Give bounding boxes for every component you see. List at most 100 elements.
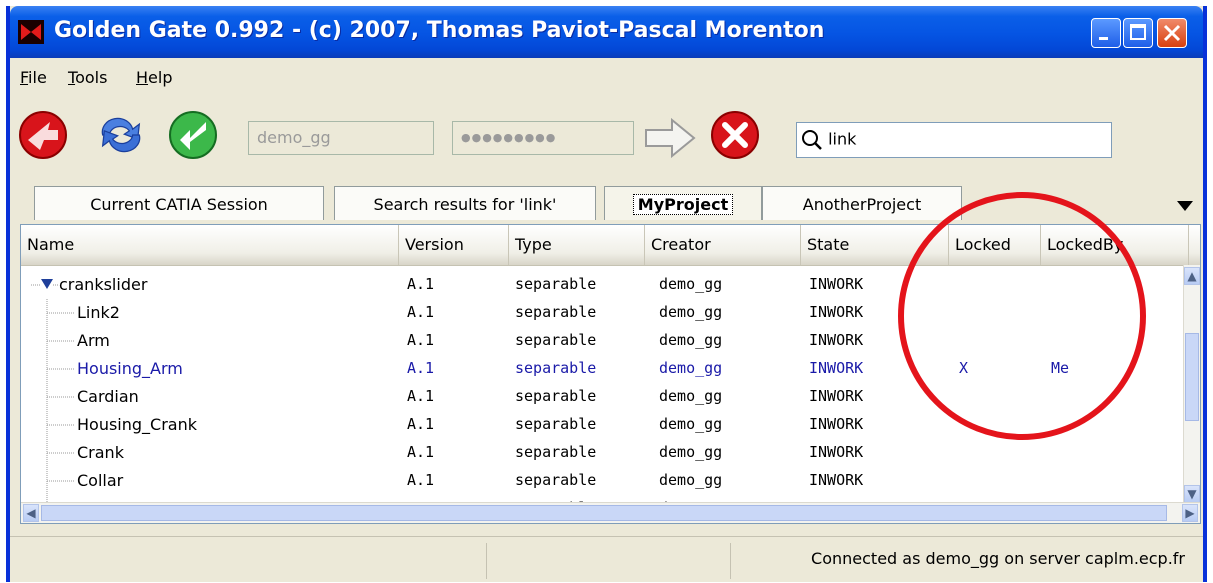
cell-type: separable [515,359,597,377]
menu-bar: File Tools Help [10,60,1203,94]
cell-name: Housing_Arm [77,359,183,378]
cell-version: A.1 [407,303,435,321]
table-row[interactable]: Crank A.1 separable demo_gg INWORK [21,439,1189,467]
table-row[interactable]: crankslider A.1 separable demo_gg INWORK [21,271,1189,299]
cell-creator: demo_gg [659,443,723,461]
col-name[interactable]: Name [21,225,399,265]
cell-version: A.1 [407,275,435,293]
cell-creator: demo_gg [659,387,723,405]
app-icon [18,20,44,44]
col-type[interactable]: Type [509,225,645,265]
cell-state: INWORK [809,387,864,405]
arrow-right-icon[interactable] [644,118,696,158]
search-input[interactable]: link [796,122,1112,158]
cell-state: INWORK [809,359,864,377]
cell-type: separable [515,471,597,489]
tab-myproject[interactable]: MyProject [604,186,762,220]
col-lockedby[interactable]: LockedBy [1041,225,1189,265]
status-text: Connected as demo_gg on server caplm.ecp… [811,549,1185,568]
cell-type: separable [515,275,597,293]
cell-version: A.1 [407,471,435,489]
table-header: Name Version Type Creator State Locked L… [21,225,1200,266]
cell-version: A.1 [407,331,435,349]
cell-state: INWORK [809,275,864,293]
cell-locked: X [959,359,969,377]
maximize-button[interactable] [1123,18,1153,48]
username-field[interactable]: demo_gg [248,121,434,155]
table-row[interactable]: Link2 A.1 separable demo_gg INWORK [21,299,1189,327]
window-title: Golden Gate 0.992 - (c) 2007, Thomas Pav… [54,18,825,43]
cell-state: INWORK [809,443,864,461]
scroll-right-icon[interactable]: ▶ [1182,504,1198,522]
cell-name: Collar [77,471,124,490]
tab-search-results[interactable]: Search results for 'link' [334,186,596,220]
cell-type: separable [515,443,597,461]
search-icon [802,130,822,150]
cell-state: INWORK [809,415,864,433]
menu-help[interactable]: Help [136,68,172,87]
cell-state: INWORK [809,331,864,349]
minimize-icon [1099,37,1108,40]
scroll-up-icon[interactable]: ▲ [1184,267,1200,285]
back-icon[interactable] [168,110,218,160]
results-table: Name Version Type Creator State Locked L… [20,224,1201,524]
cell-creator: demo_gg [659,275,723,293]
cell-creator: demo_gg [659,471,723,489]
scroll-down-icon[interactable]: ▼ [1184,485,1200,503]
maximize-icon [1130,24,1146,40]
cell-name: Arm [77,331,110,350]
vertical-scroll-thumb[interactable] [1185,333,1199,421]
minimize-button[interactable] [1091,18,1121,48]
tab-anotherproject[interactable]: AnotherProject [762,186,962,220]
app-window: Golden Gate 0.992 - (c) 2007, Thomas Pav… [6,6,1207,582]
cell-creator: demo_gg [659,303,723,321]
menu-tools[interactable]: Tools [68,68,107,87]
search-value: link [828,129,857,149]
table-row[interactable]: Housing_Crank A.1 separable demo_gg INWORK [21,411,1189,439]
tab-myproject-label: MyProject [632,194,734,215]
cell-version: A.1 [407,387,435,405]
table-row[interactable]: Cardian A.1 separable demo_gg INWORK [21,383,1189,411]
status-bar: Connected as demo_gg on server caplm.ecp… [10,536,1203,583]
col-version[interactable]: Version [399,225,509,265]
refresh-icon[interactable] [96,110,146,160]
cancel-icon[interactable] [710,110,760,160]
cell-creator: demo_gg [659,331,723,349]
title-bar[interactable]: Golden Gate 0.992 - (c) 2007, Thomas Pav… [10,6,1203,58]
tab-overflow-icon[interactable] [1176,200,1194,212]
col-creator[interactable]: Creator [645,225,801,265]
horizontal-scroll-thumb[interactable] [41,505,1167,521]
table-row[interactable]: Collar A.1 separable demo_gg INWORK [21,467,1189,495]
vertical-scrollbar[interactable]: ▲ ▼ [1183,265,1200,505]
cell-name: Housing_Crank [77,415,197,434]
cell-type: separable [515,331,597,349]
close-icon [1163,24,1181,42]
horizontal-scrollbar[interactable]: ◀ ▶ [21,502,1200,523]
cell-state: INWORK [809,471,864,489]
cell-creator: demo_gg [659,415,723,433]
cell-version: A.1 [407,415,435,433]
table-row[interactable]: Housing_Arm A.1 separable demo_gg INWORK X Me [21,355,1189,383]
table-row[interactable]: Arm A.1 separable demo_gg INWORK [21,327,1189,355]
cell-type: separable [515,415,597,433]
cell-version: A.1 [407,359,435,377]
cell-name: crankslider [59,275,148,294]
menu-file[interactable]: File [20,68,47,87]
password-field[interactable]: ●●●●●●●●● [452,121,634,155]
cell-type: separable [515,387,597,405]
toolbar: demo_gg ●●●●●●●●● link [10,96,1203,180]
col-state[interactable]: State [801,225,949,265]
col-locked[interactable]: Locked [949,225,1041,265]
cell-creator: demo_gg [659,359,723,377]
cell-type: separable [515,303,597,321]
tab-current-catia-session[interactable]: Current CATIA Session [34,186,324,220]
close-button[interactable] [1157,18,1187,48]
cell-version: A.1 [407,443,435,461]
cell-lockedby: Me [1051,359,1070,377]
cell-name: Cardian [77,387,139,406]
tab-bar: Current CATIA Session Search results for… [10,182,1203,224]
cell-state: INWORK [809,303,864,321]
disconnect-icon[interactable] [18,110,68,160]
cell-name: Crank [77,443,124,462]
scroll-left-icon[interactable]: ◀ [23,504,39,522]
